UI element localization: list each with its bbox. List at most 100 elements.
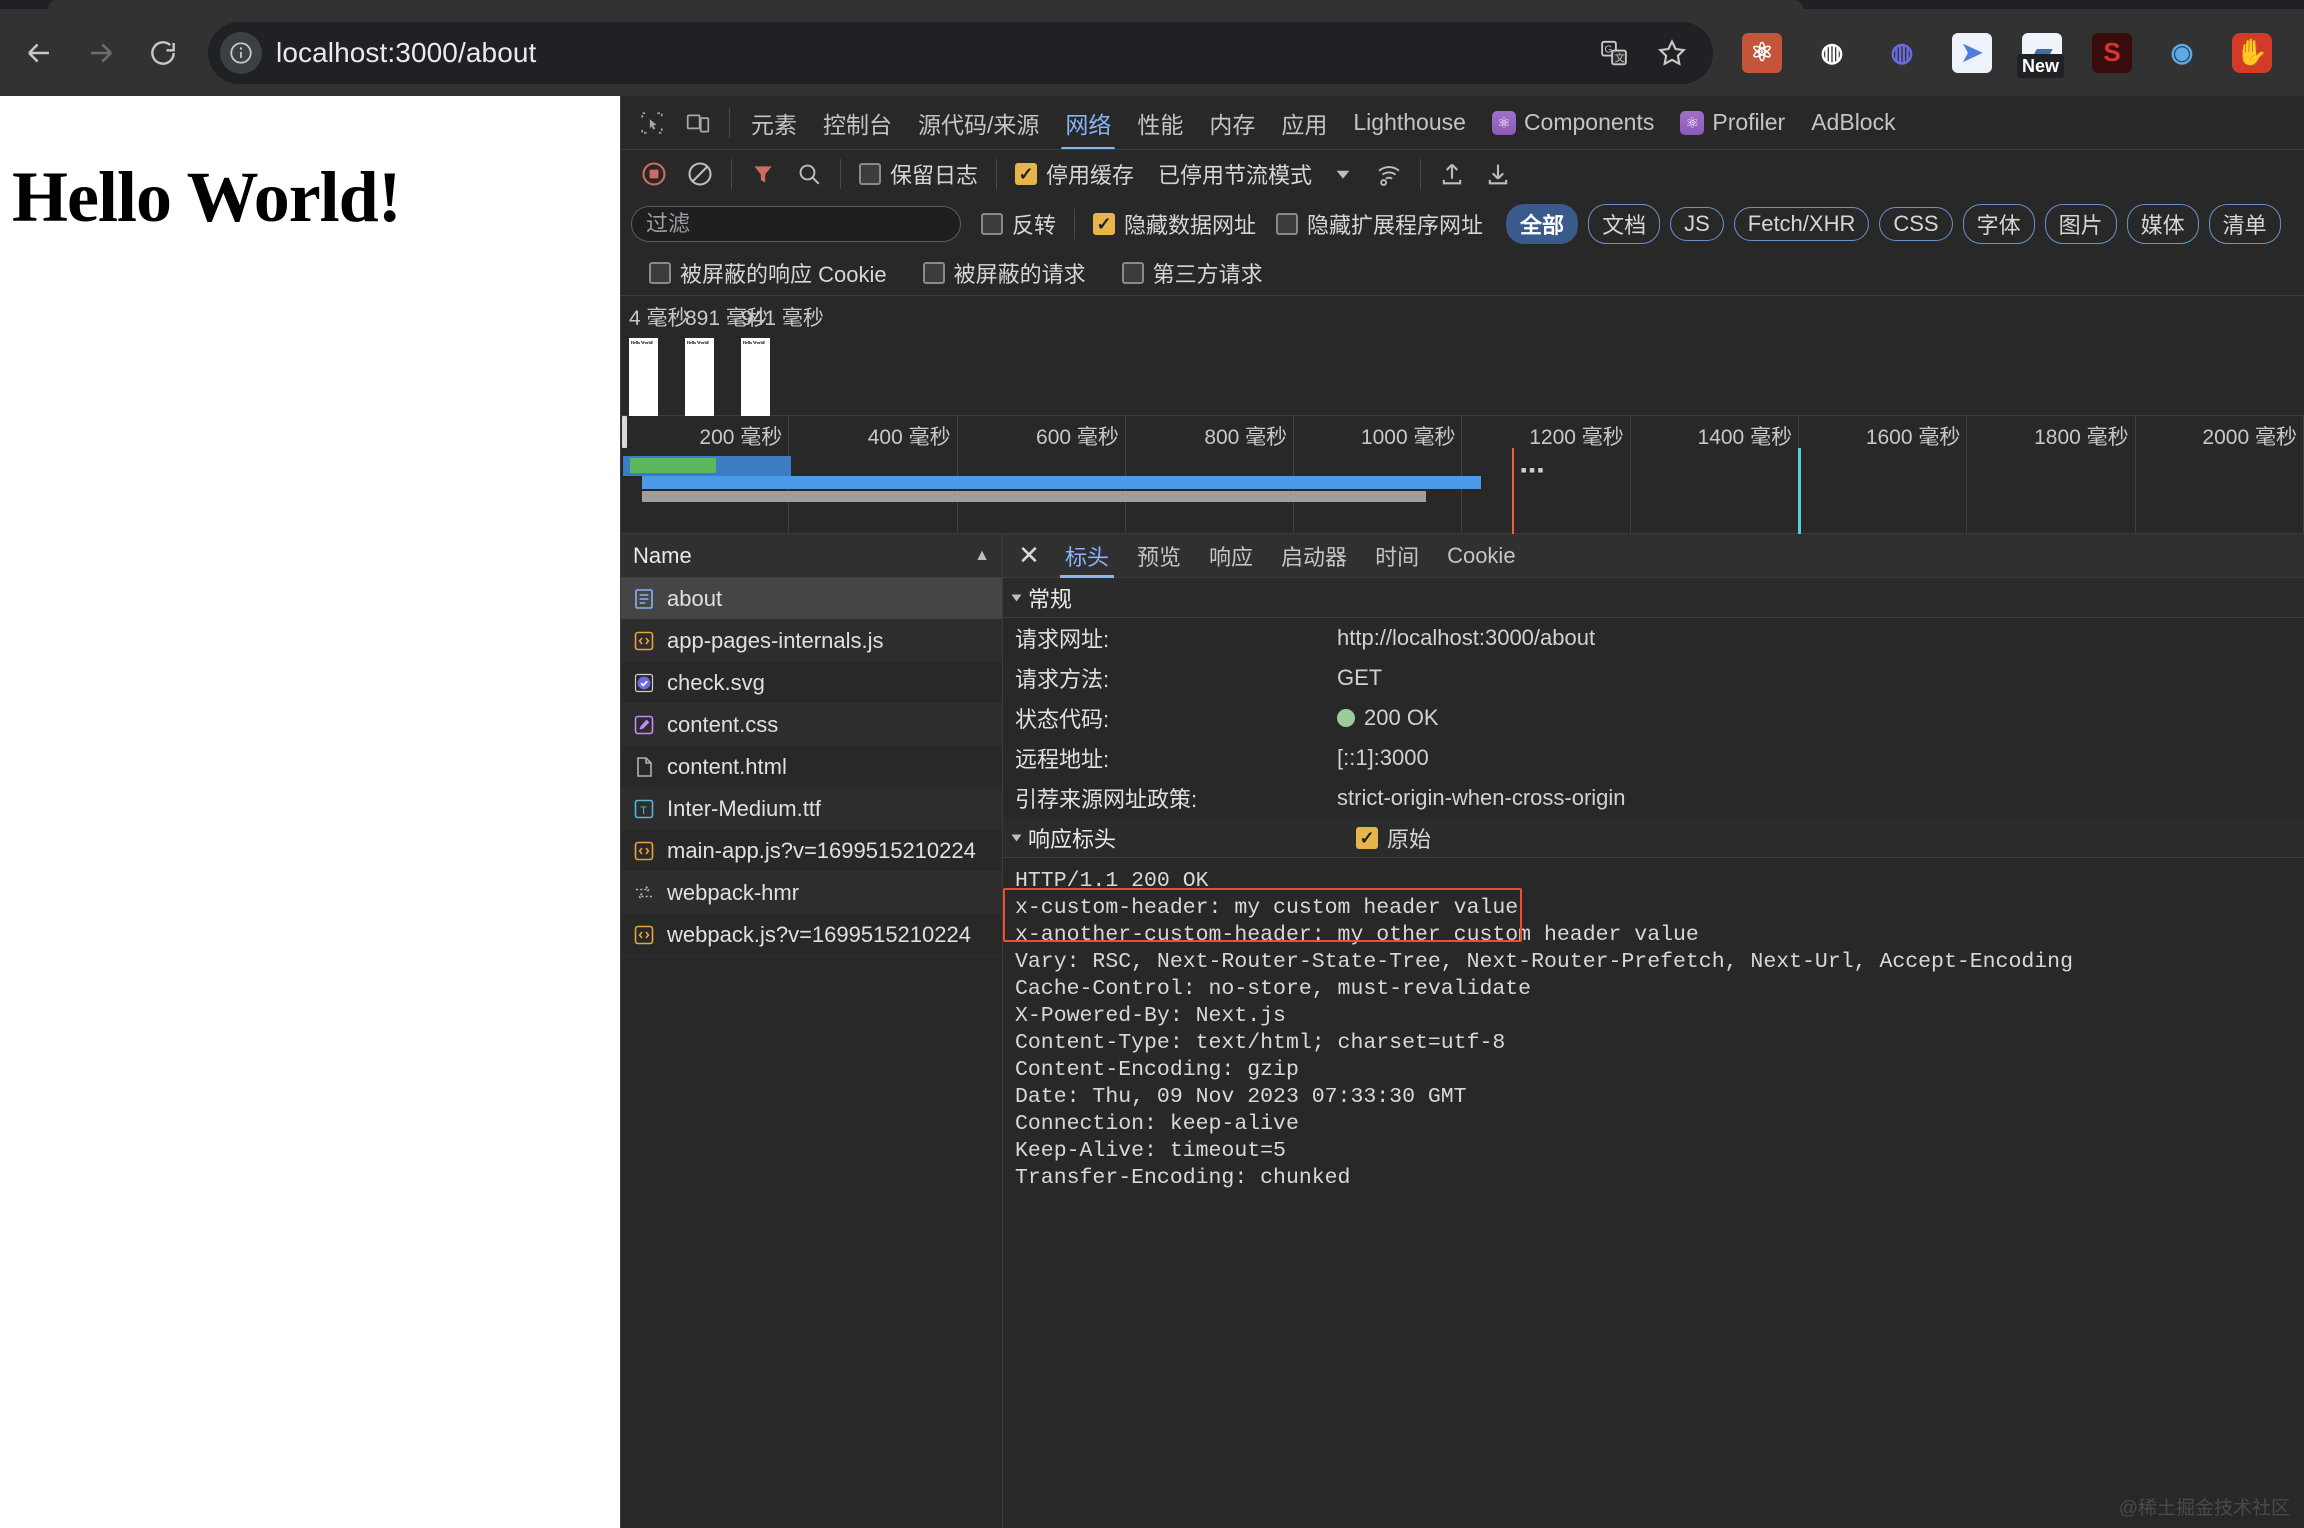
network-overview[interactable]: 200 毫秒 400 毫秒 600 毫秒 800 毫秒 1000 毫秒 1200 毫秒 14… bbox=[621, 416, 2304, 534]
table-row[interactable]: T Inter-Medium.ttf bbox=[621, 788, 1002, 830]
toolbar-divider bbox=[1074, 209, 1076, 239]
request-list-header[interactable]: Name ▲ bbox=[621, 534, 1002, 578]
filter-input[interactable] bbox=[631, 206, 961, 242]
info-circle-icon[interactable] bbox=[220, 31, 262, 74]
forward-icon[interactable] bbox=[70, 22, 132, 84]
general-section-header[interactable]: 常规 bbox=[1003, 578, 2304, 618]
collapse-triangle-icon[interactable] bbox=[1011, 594, 1022, 601]
hide-data-urls-checkbox[interactable]: 隐藏数据网址 bbox=[1093, 208, 1256, 240]
checkbox-box[interactable] bbox=[1356, 826, 1379, 849]
extra-filter-checkbox-2[interactable]: 第三方请求 bbox=[1121, 257, 1263, 289]
active-tab-curve bbox=[48, 0, 1803, 9]
device-toolbar-icon[interactable] bbox=[678, 103, 718, 143]
detail-tab-0[interactable]: 标头 bbox=[1051, 534, 1123, 578]
devtools-tab-10[interactable]: AdBlock bbox=[1798, 96, 1908, 149]
resource-type-filter-8[interactable]: 清单 bbox=[2208, 204, 2281, 244]
translate-icon[interactable]: G 文 bbox=[1587, 26, 1641, 80]
table-row[interactable]: check.svg bbox=[621, 662, 1002, 704]
chevron-down-icon[interactable] bbox=[1324, 155, 1362, 193]
checkbox-box[interactable] bbox=[981, 213, 1003, 235]
resource-type-filter-7[interactable]: 媒体 bbox=[2126, 204, 2199, 244]
table-row[interactable]: webpack-hmr bbox=[621, 872, 1002, 914]
table-row[interactable]: webpack.js?v=1699515210224 bbox=[621, 914, 1002, 956]
resource-type-filter-6[interactable]: 图片 bbox=[2044, 204, 2117, 244]
inspect-element-icon[interactable] bbox=[632, 103, 672, 143]
resource-type-filter-2[interactable]: JS bbox=[1670, 207, 1724, 241]
clipboard-extension-icon[interactable]: ▰ New bbox=[2015, 26, 2069, 80]
stylus-extension-icon[interactable]: S bbox=[2085, 26, 2139, 80]
response-headers-section-header[interactable]: 响应标头 原始 bbox=[1003, 818, 2304, 858]
screenshot-extension-icon[interactable]: ◉ bbox=[2155, 26, 2209, 80]
response-header-line-10: Keep-Alive: timeout=5 bbox=[1015, 1139, 1286, 1163]
raw-label: 原始 bbox=[1387, 826, 1432, 852]
raw-toggle[interactable]: 原始 bbox=[1356, 822, 1431, 854]
resource-type-filter-1[interactable]: 文档 bbox=[1588, 204, 1661, 244]
react-devtools-extension-icon[interactable]: ⚛ bbox=[1735, 26, 1789, 80]
checkbox-box[interactable] bbox=[922, 261, 945, 284]
preserve-log-checkbox[interactable]: 保留日志 bbox=[859, 158, 978, 190]
table-row[interactable]: main-app.js?v=1699515210224 bbox=[621, 830, 1002, 872]
request-name: Inter-Medium.ttf bbox=[667, 795, 822, 821]
reload-icon[interactable] bbox=[132, 22, 194, 84]
table-row[interactable]: content.html bbox=[621, 746, 1002, 788]
hide-extension-urls-checkbox[interactable]: 隐藏扩展程序网址 bbox=[1276, 208, 1483, 240]
checkbox-box[interactable] bbox=[649, 261, 671, 284]
export-har-icon[interactable] bbox=[1479, 155, 1517, 193]
devtools-tab-3[interactable]: 网络 bbox=[1052, 96, 1124, 149]
table-row[interactable]: about bbox=[621, 578, 1002, 620]
checkbox-box[interactable] bbox=[1015, 163, 1038, 185]
import-har-icon[interactable] bbox=[1433, 155, 1471, 193]
extra-filter-checkbox-0[interactable]: 被屏蔽的响应 Cookie bbox=[649, 257, 887, 289]
sort-ascending-icon[interactable]: ▲ bbox=[974, 547, 990, 565]
throttling-label[interactable]: 已停用节流模式 bbox=[1158, 158, 1312, 190]
devtools-tab-8[interactable]: ⚛ Components bbox=[1479, 96, 1667, 149]
invert-checkbox[interactable]: 反转 bbox=[981, 208, 1056, 240]
resource-type-filter-4[interactable]: CSS bbox=[1879, 207, 1953, 241]
devtools-tab-6[interactable]: 应用 bbox=[1268, 96, 1340, 149]
metamask-extension-icon[interactable]: ◍ bbox=[1875, 26, 1929, 80]
devtools-tab-4[interactable]: 性能 bbox=[1124, 96, 1196, 149]
devtools-tab-5[interactable]: 内存 bbox=[1196, 96, 1268, 149]
extension-glyph: ⚛ bbox=[1742, 32, 1782, 73]
checkbox-box[interactable] bbox=[859, 163, 881, 185]
filmstrip-frame-2[interactable]: Hello World! bbox=[741, 338, 770, 420]
resource-type-filter-5[interactable]: 字体 bbox=[1962, 204, 2035, 244]
devtools-tab-7[interactable]: Lighthouse bbox=[1340, 96, 1479, 149]
overview-left-handle[interactable] bbox=[622, 416, 627, 448]
star-icon[interactable] bbox=[1645, 26, 1699, 80]
detail-tab-4[interactable]: 时间 bbox=[1361, 534, 1433, 578]
table-row[interactable]: app-pages-internals.js bbox=[621, 620, 1002, 662]
table-row[interactable]: content.css bbox=[621, 704, 1002, 746]
filmstrip-frame-1[interactable]: Hello World! bbox=[685, 338, 714, 420]
checkbox-box[interactable] bbox=[1121, 261, 1144, 284]
search-icon[interactable] bbox=[790, 155, 828, 193]
resource-type-filter-0[interactable]: 全部 bbox=[1506, 204, 1579, 244]
back-icon[interactable] bbox=[8, 22, 70, 84]
close-icon[interactable]: ✕ bbox=[1011, 538, 1047, 574]
detail-tab-1[interactable]: 预览 bbox=[1123, 534, 1195, 578]
document-icon bbox=[631, 586, 657, 612]
collapse-triangle-icon[interactable] bbox=[1011, 834, 1022, 841]
wappalyzer-extension-icon[interactable]: ◍ bbox=[1805, 26, 1859, 80]
omnibox[interactable]: localhost:3000/about G 文 bbox=[208, 21, 1713, 84]
devtools-tab-0[interactable]: 元素 bbox=[738, 96, 810, 149]
filter-funnel-icon[interactable] bbox=[744, 155, 782, 193]
clear-network-icon[interactable] bbox=[681, 155, 719, 193]
devtools-tab-9[interactable]: ⚛ Profiler bbox=[1667, 96, 1798, 149]
detail-tab-3[interactable]: 启动器 bbox=[1267, 534, 1361, 578]
kiwi-extension-icon[interactable]: ➤ bbox=[1945, 26, 1999, 80]
checkbox-box[interactable] bbox=[1276, 213, 1299, 235]
record-stop-icon[interactable] bbox=[635, 155, 673, 193]
resource-type-filter-3[interactable]: Fetch/XHR bbox=[1733, 207, 1870, 241]
disable-cache-checkbox[interactable]: 停用缓存 bbox=[1015, 158, 1134, 190]
extra-filter-checkbox-1[interactable]: 被屏蔽的请求 bbox=[922, 257, 1086, 289]
detail-tab-5[interactable]: Cookie bbox=[1433, 534, 1529, 578]
network-conditions-icon[interactable] bbox=[1370, 155, 1408, 193]
devtools-tab-1[interactable]: 控制台 bbox=[810, 96, 905, 149]
detail-tab-2[interactable]: 响应 bbox=[1195, 534, 1267, 578]
devtools-tab-2[interactable]: 源代码/来源 bbox=[905, 96, 1052, 149]
adblock-extension-icon[interactable]: ✋ bbox=[2225, 26, 2279, 80]
extension-glyph: S bbox=[2092, 32, 2132, 73]
filmstrip-frame-0[interactable]: Hello World! bbox=[629, 338, 658, 420]
checkbox-box[interactable] bbox=[1093, 213, 1116, 235]
